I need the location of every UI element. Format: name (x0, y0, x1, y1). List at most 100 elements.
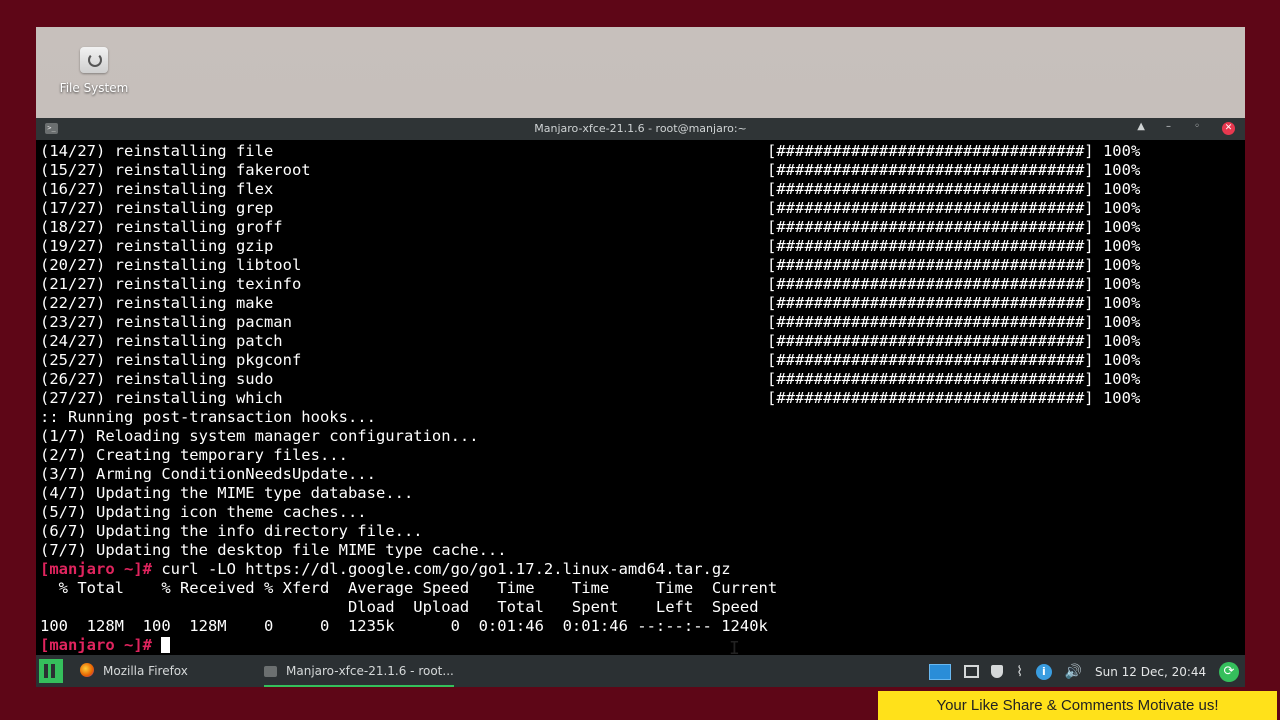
curl-header-2: Dload Upload Total Spent Left Speed (40, 598, 759, 616)
hook-lines: :: Running post-transaction hooks... (1/7… (40, 408, 1245, 560)
progress-bar: [#################################] (767, 256, 1094, 274)
minimize-button[interactable]: – (1166, 121, 1171, 132)
text-cursor (161, 637, 171, 653)
progress-bar-text: [#################################] 100% (767, 389, 1140, 408)
maximize-button[interactable]: ◦ (1194, 121, 1200, 132)
progress-percent: 100% (1102, 275, 1141, 293)
hook-line: (1/7) Reloading system manager configura… (40, 427, 479, 445)
shield-icon[interactable] (991, 665, 1004, 678)
reinstall-text: (21/27) reinstalling texinfo (40, 275, 302, 293)
progress-bar-text: [#################################] 100% (767, 180, 1140, 199)
progress-percent: 100% (1102, 180, 1141, 198)
window-title: Manjaro-xfce-21.1.6 - root@manjaro:~ (534, 122, 747, 135)
info-icon[interactable]: i (1035, 663, 1052, 680)
workspace-switcher-icon[interactable] (928, 663, 951, 680)
hook-line: (5/7) Updating icon theme caches... (40, 503, 367, 521)
progress-percent: 100% (1102, 370, 1141, 388)
hook-line: (7/7) Updating the desktop file MIME typ… (40, 541, 507, 559)
progress-bar: [#################################] (767, 313, 1094, 331)
taskbar-item-firefox[interactable]: Mozilla Firefox (80, 655, 188, 687)
reinstall-lines: (14/27) reinstalling file [##############… (40, 142, 1245, 408)
hook-line: (6/7) Updating the info directory file..… (40, 522, 423, 540)
terminal-window[interactable]: >_ Manjaro-xfce-21.1.6 - root@manjaro:~ … (36, 118, 1245, 655)
progress-bar-text: [#################################] 100% (767, 370, 1140, 389)
progress-bar: [#################################] (767, 142, 1094, 160)
display-icon[interactable] (963, 665, 979, 678)
taskbar-item-label: Manjaro-xfce-21.1.6 - root... (286, 664, 454, 678)
progress-percent: 100% (1102, 313, 1141, 331)
desktop-icon-label: File System (59, 81, 129, 95)
reinstall-text: (18/27) reinstalling groff (40, 218, 283, 236)
clipboard-icon[interactable]: ⌇ (1016, 656, 1023, 688)
terminal-output[interactable]: (14/27) reinstalling file [##############… (40, 142, 1245, 655)
reinstall-line: (27/27) reinstalling which [#############… (40, 389, 1245, 408)
reinstall-line: (15/27) reinstalling fakeroot [##########… (40, 161, 1245, 180)
progress-bar-text: [#################################] 100% (767, 256, 1140, 275)
reinstall-line: (24/27) reinstalling patch [#############… (40, 332, 1245, 351)
reinstall-line: (23/27) reinstalling pacman [############… (40, 313, 1245, 332)
hook-line: (2/7) Creating temporary files... (40, 446, 348, 464)
progress-bar: [#################################] (767, 218, 1094, 236)
reinstall-line: (26/27) reinstalling sudo [##############… (40, 370, 1245, 389)
command-line: [manjaro ~]# curl -LO https://dl.google.… (40, 560, 1245, 579)
reinstall-line: (14/27) reinstalling file [##############… (40, 142, 1245, 161)
reinstall-text: (26/27) reinstalling sudo (40, 370, 274, 388)
reinstall-line: (16/27) reinstalling flex [##############… (40, 180, 1245, 199)
curl-stats: 100 128M 100 128M 0 0 1235k 0 0:01:46 0:… (40, 617, 768, 635)
progress-percent: 100% (1102, 332, 1141, 350)
progress-bar: [#################################] (767, 161, 1094, 179)
motivation-banner: Your Like Share & Comments Motivate us! (878, 691, 1277, 720)
shell-prompt: [manjaro ~]# (40, 636, 152, 654)
reinstall-text: (27/27) reinstalling which (40, 389, 283, 407)
active-prompt-line[interactable]: [manjaro ~]# (40, 636, 1245, 655)
progress-bar-text: [#################################] 100% (767, 161, 1140, 180)
close-button[interactable]: ✕ (1222, 122, 1235, 135)
progress-bar: [#################################] (767, 199, 1094, 217)
progress-percent: 100% (1102, 351, 1141, 369)
hook-line: (4/7) Updating the MIME type database... (40, 484, 414, 502)
vm-screen: File System >_ Manjaro-xfce-21.1.6 - roo… (36, 27, 1245, 687)
progress-percent: 100% (1102, 237, 1141, 255)
curl-command: curl -LO https://dl.google.com/go/go1.17… (151, 560, 731, 578)
window-titlebar[interactable]: >_ Manjaro-xfce-21.1.6 - root@manjaro:~ … (36, 118, 1245, 140)
progress-bar-text: [#################################] 100% (767, 275, 1140, 294)
progress-bar-text: [#################################] 100% (767, 218, 1140, 237)
hook-line: (3/7) Arming ConditionNeedsUpdate... (40, 465, 376, 483)
reinstall-text: (22/27) reinstalling make (40, 294, 274, 312)
progress-bar-text: [#################################] 100% (767, 332, 1140, 351)
progress-percent: 100% (1102, 199, 1141, 217)
progress-bar-text: [#################################] 100% (767, 142, 1140, 161)
progress-bar: [#################################] (767, 370, 1094, 388)
shade-window-button[interactable]: ▲ (1137, 121, 1145, 132)
reinstall-text: (14/27) reinstalling file (40, 142, 274, 160)
whisker-menu-button[interactable] (39, 659, 63, 683)
update-icon[interactable]: ⟳ (1219, 661, 1239, 682)
progress-bar-text: [#################################] 100% (767, 199, 1140, 218)
progress-percent: 100% (1102, 218, 1141, 236)
hook-line: :: Running post-transaction hooks... (40, 408, 376, 426)
taskbar: Mozilla Firefox Manjaro-xfce-21.1.6 - ro… (36, 655, 1245, 687)
shell-prompt: [manjaro ~]# (40, 560, 152, 578)
progress-percent: 100% (1102, 142, 1141, 160)
progress-percent: 100% (1102, 389, 1141, 407)
system-tray: ⌇ i 🔊 Sun 12 Dec, 20:44 ⟳ (920, 655, 1239, 687)
progress-percent: 100% (1102, 161, 1141, 179)
reinstall-line: (25/27) reinstalling pkgconf [###########… (40, 351, 1245, 370)
taskbar-item-terminal[interactable]: Manjaro-xfce-21.1.6 - root... (264, 655, 454, 687)
firefox-icon (80, 663, 94, 677)
progress-bar: [#################################] (767, 180, 1094, 198)
reinstall-text: (20/27) reinstalling libtool (40, 256, 302, 274)
progress-bar: [#################################] (767, 351, 1094, 369)
reinstall-text: (25/27) reinstalling pkgconf (40, 351, 302, 369)
progress-bar: [#################################] (767, 332, 1094, 350)
progress-bar-text: [#################################] 100% (767, 351, 1140, 370)
desktop-icon-file-system[interactable]: File System (58, 47, 130, 95)
volume-icon[interactable]: 🔊 (1065, 656, 1082, 688)
clock[interactable]: Sun 12 Dec, 20:44 (1095, 656, 1206, 688)
curl-header-1: % Total % Received % Xferd Average Speed… (40, 579, 778, 597)
terminal-icon (264, 666, 277, 677)
progress-bar: [#################################] (767, 389, 1094, 407)
progress-bar-text: [#################################] 100% (767, 237, 1140, 256)
reinstall-text: (16/27) reinstalling flex (40, 180, 274, 198)
reinstall-line: (21/27) reinstalling texinfo [###########… (40, 275, 1245, 294)
